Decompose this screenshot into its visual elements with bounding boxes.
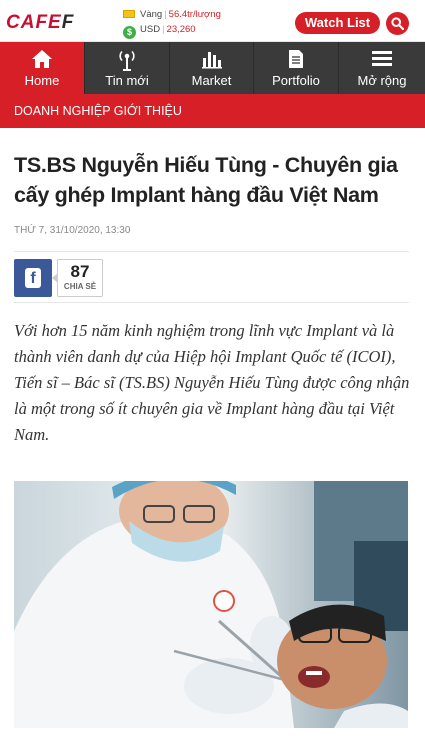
nav-market-label: Market: [191, 73, 232, 88]
article-title: TS.BS Nguyễn Hiếu Tùng - Chuyên gia cấy …: [14, 153, 398, 207]
article-lead: Với hơn 15 năm kinh nghiệm trong lĩnh vự…: [14, 321, 410, 444]
document-icon: [289, 50, 303, 68]
gold-label: Vàng: [140, 9, 163, 20]
watch-list-button[interactable]: Watch List: [295, 12, 380, 34]
usd-value: 23,260: [166, 24, 196, 35]
share-counter: 87 CHIA SẺ: [52, 259, 103, 297]
nav-latest-news[interactable]: Tin mới: [85, 42, 170, 94]
section-header[interactable]: DOANH NGHIỆP GIỚI THIỆU: [0, 94, 425, 128]
nav-home-label: Home: [24, 73, 60, 88]
bar-chart-icon: [201, 52, 222, 69]
article-date: THỨ 7, 31/10/2020, 13:30: [14, 225, 131, 236]
article-photo[interactable]: [14, 481, 408, 728]
share-label: CHIA SẺ: [63, 282, 97, 291]
share-count: 87: [70, 262, 90, 281]
nav-more[interactable]: Mở rộng: [339, 42, 425, 94]
home-icon: [32, 50, 52, 68]
facebook-share-button[interactable]: f: [14, 259, 52, 297]
nav-more-label: Mở rộng: [357, 73, 407, 88]
gold-bar-icon: [123, 10, 135, 18]
dollar-icon: $: [123, 26, 136, 39]
nav-home[interactable]: Home: [0, 42, 85, 94]
broadcast-icon: [119, 50, 135, 71]
divider: [14, 251, 409, 252]
top-bar: CAFEF Vàng | 56.4tr/lượng $ USD | 23,260 Watc…: [0, 0, 425, 42]
main-nav: Home Tin mới Market Portfolio Mở rộng: [0, 42, 425, 94]
search-button[interactable]: [386, 12, 409, 35]
facebook-icon: f: [25, 268, 41, 288]
gold-price: Vàng | 56.4tr/lượng: [123, 9, 221, 20]
usd-label: USD: [140, 24, 161, 35]
usd-price: $ USD | 23,260: [123, 24, 196, 39]
divider: [14, 302, 409, 303]
nav-portfolio[interactable]: Portfolio: [254, 42, 339, 94]
gold-value: 56.4tr/lượng: [168, 9, 221, 20]
menu-icon: [372, 51, 392, 66]
nav-latest-news-label: Tin mới: [105, 73, 149, 88]
nav-market[interactable]: Market: [170, 42, 254, 94]
search-icon: [391, 17, 404, 30]
nav-portfolio-label: Portfolio: [272, 73, 320, 88]
cafef-logo[interactable]: CAFEF: [6, 12, 74, 34]
